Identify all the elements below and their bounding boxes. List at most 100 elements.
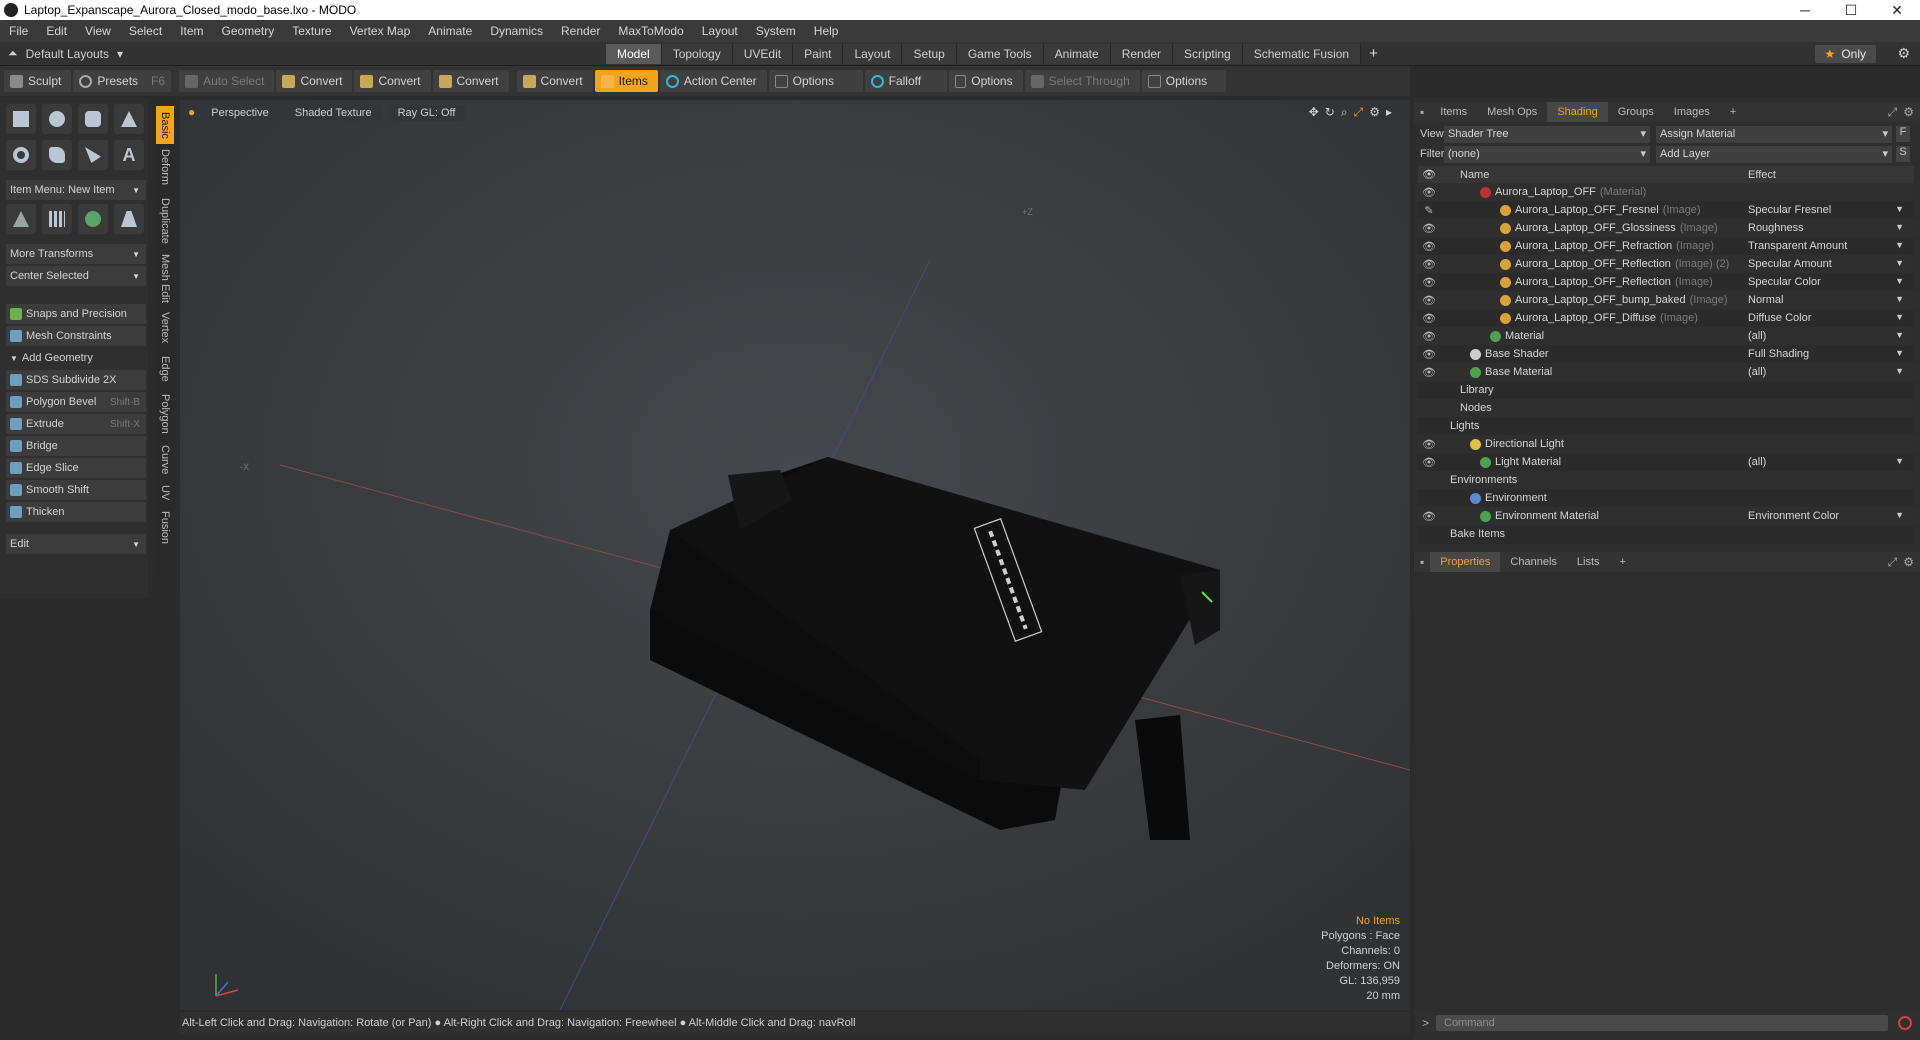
view-mode-button[interactable]: Perspective — [201, 105, 279, 121]
smooth-shift-button[interactable]: Smooth Shift — [6, 480, 146, 500]
convert-button-2[interactable]: Convert — [354, 70, 431, 92]
name-column-header[interactable]: Name — [1440, 169, 1748, 181]
3d-viewport[interactable]: +Z -X ● Perspective Shaded Texture Ray G… — [180, 100, 1410, 1010]
tab-scripting[interactable]: Scripting — [1173, 44, 1243, 64]
tab-render[interactable]: Render — [1110, 44, 1174, 64]
tree-item-effect[interactable]: Specular Fresnel ▼ — [1748, 204, 1908, 216]
item-menu-select[interactable]: Item Menu: New Item ▼ — [6, 180, 146, 200]
tree-item-effect[interactable]: Diffuse Color ▼ — [1748, 312, 1908, 324]
shader-tree-row[interactable]: Lights — [1418, 417, 1914, 435]
text-tool-button[interactable]: A — [114, 140, 144, 170]
tree-item-effect[interactable]: Roughness ▼ — [1748, 222, 1908, 234]
thicken-button[interactable]: Thicken — [6, 502, 146, 522]
falloff-button[interactable]: Falloff — [864, 70, 947, 92]
sculpt-button[interactable]: Sculpt — [4, 70, 72, 92]
layout-selector[interactable]: ⏶ Default Layouts ▾ — [8, 46, 123, 61]
tree-item-effect[interactable]: Specular Amount ▼ — [1748, 258, 1908, 270]
shader-tree-row[interactable]: 👁 Aurora_Laptop_OFF_Glossiness (Image) Roug… — [1418, 219, 1914, 237]
tab-uvedit[interactable]: UVEdit — [732, 44, 794, 64]
sds-subdivide-button[interactable]: SDS Subdivide 2X — [6, 370, 146, 390]
close-button[interactable]: ✕ — [1874, 0, 1920, 20]
menu-maxtomodo[interactable]: MaxToModo — [609, 24, 692, 38]
menu-texture[interactable]: Texture — [283, 24, 340, 38]
zoom-view-icon[interactable]: ⌕ — [1341, 105, 1348, 120]
shader-tree-row[interactable]: 👁 Aurora_Laptop_OFF_bump_baked (Image) Norm… — [1418, 291, 1914, 309]
effect-column-header[interactable]: Effect — [1748, 169, 1776, 181]
rotate-view-icon[interactable]: ↻ — [1325, 105, 1335, 120]
menu-edit[interactable]: Edit — [37, 24, 76, 38]
tree-item-effect[interactable]: (all) ▼ — [1748, 456, 1908, 468]
shader-tree-row[interactable]: Library — [1418, 381, 1914, 399]
tab-animate[interactable]: Animate — [1043, 44, 1111, 64]
panel-gear-icon[interactable]: ⚙ — [1903, 105, 1914, 119]
visibility-eye-icon[interactable]: 👁 — [1418, 510, 1440, 523]
tree-item-effect[interactable]: (all) ▼ — [1748, 366, 1908, 378]
shader-tree-row[interactable]: 👁 Aurora_Laptop_OFF (Material) — [1418, 183, 1914, 201]
move-view-icon[interactable]: ✥ — [1309, 105, 1319, 120]
options-button-1[interactable]: Options — [768, 70, 863, 92]
snaps-precision-button[interactable]: Snaps and Precision — [6, 304, 146, 324]
convert-button-1[interactable]: Convert — [276, 70, 353, 92]
tab-schematic-fusion[interactable]: Schematic Fusion — [1242, 44, 1362, 64]
edit-select[interactable]: Edit ▼ — [6, 534, 146, 554]
vtab-mesh-edit[interactable]: Mesh Edit — [156, 252, 174, 304]
add-panel-tab-icon[interactable]: + — [1720, 102, 1746, 122]
menu-geometry[interactable]: Geometry — [213, 24, 284, 38]
center-selected-select[interactable]: Center Selected ▼ — [6, 266, 146, 286]
vtab-uv[interactable]: UV — [156, 482, 174, 504]
tube-primitive-button[interactable] — [42, 140, 72, 170]
shader-tree-row[interactable]: 👁 Material (all) ▼ — [1418, 327, 1914, 345]
visibility-eye-icon[interactable]: 👁 — [1418, 330, 1440, 343]
polygon-bevel-button[interactable]: Polygon Bevel Shift-B — [6, 392, 146, 412]
assign-material-button[interactable]: Assign Material — [1656, 125, 1892, 143]
menu-render[interactable]: Render — [552, 24, 609, 38]
shader-tree-row[interactable]: 👁 Directional Light — [1418, 435, 1914, 453]
add-props-tab-icon[interactable]: + — [1610, 552, 1636, 572]
shader-tree-row[interactable]: 👁 Environment Material Environment Color ▼ — [1418, 507, 1914, 525]
props-expand-icon[interactable]: ⤢ — [1888, 555, 1898, 570]
vtab-deform[interactable]: Deform — [156, 146, 174, 188]
edge-slice-button[interactable]: Edge Slice — [6, 458, 146, 478]
tab-model[interactable]: Model — [606, 44, 662, 64]
command-input[interactable]: Command — [1436, 1015, 1888, 1031]
menu-select[interactable]: Select — [120, 24, 171, 38]
tab-groups[interactable]: Groups — [1608, 102, 1664, 122]
convert-button-4[interactable]: Convert — [516, 70, 593, 92]
options-button-3[interactable]: Options — [1141, 70, 1226, 92]
vtab-duplicate[interactable]: Duplicate — [156, 194, 174, 248]
minimize-button[interactable]: ─ — [1782, 0, 1828, 20]
vtab-polygon[interactable]: Polygon — [156, 390, 174, 438]
action-center-button[interactable]: Action Center — [659, 70, 767, 92]
add-layer-select[interactable]: Add Layer — [1656, 145, 1892, 163]
shader-tree-row[interactable]: 👁 Base Material (all) ▼ — [1418, 363, 1914, 381]
props-gear-icon[interactable]: ⚙ — [1903, 555, 1914, 569]
visibility-eye-icon[interactable]: 👁 — [1418, 276, 1440, 289]
transform-button[interactable] — [6, 204, 36, 234]
bridge-button[interactable]: Bridge — [6, 436, 146, 456]
panel-expand-icon[interactable]: ⤢ — [1888, 105, 1898, 120]
cone-primitive-button[interactable] — [114, 104, 144, 134]
visibility-eye-icon[interactable]: 👁 — [1418, 456, 1440, 469]
tree-item-effect[interactable]: Transparent Amount ▼ — [1748, 240, 1908, 252]
shader-tree-row[interactable]: ✎ Aurora_Laptop_OFF_Fresnel (Image) Specula… — [1418, 201, 1914, 219]
menu-help[interactable]: Help — [805, 24, 848, 38]
tab-channels[interactable]: Channels — [1500, 552, 1566, 572]
viewport-expand-icon[interactable]: ▸ — [1386, 105, 1392, 120]
visibility-eye-icon[interactable]: 👁 — [1418, 348, 1440, 361]
tab-properties[interactable]: Properties — [1430, 552, 1501, 572]
menu-view[interactable]: View — [76, 24, 120, 38]
torus-primitive-button[interactable] — [6, 140, 36, 170]
grid-button[interactable] — [42, 204, 72, 234]
shader-tree-row[interactable]: 👁 Aurora_Laptop_OFF_Refraction (Image) Tran… — [1418, 237, 1914, 255]
visibility-eye-icon[interactable]: 👁 — [1418, 312, 1440, 325]
options-button-2[interactable]: Options — [948, 70, 1023, 92]
visibility-eye-icon[interactable]: 👁 — [1418, 222, 1440, 235]
tab-lists[interactable]: Lists — [1567, 552, 1610, 572]
cube-primitive-button[interactable] — [6, 104, 36, 134]
items-button[interactable]: Items — [594, 70, 658, 92]
presets-button[interactable]: Presets F6 — [73, 70, 172, 92]
menu-item[interactable]: Item — [171, 24, 212, 38]
globe-button[interactable] — [78, 204, 108, 234]
vtab-curve[interactable]: Curve — [156, 442, 174, 478]
sphere-primitive-button[interactable] — [42, 104, 72, 134]
